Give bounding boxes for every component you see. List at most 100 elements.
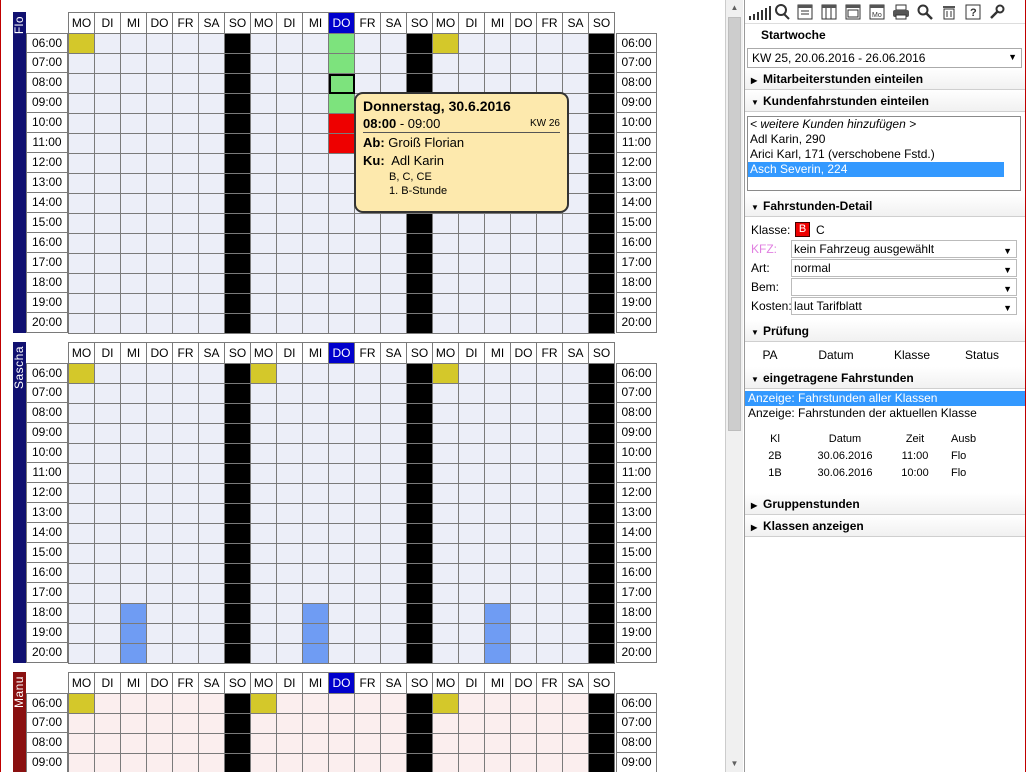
time-slot[interactable] <box>406 233 433 254</box>
time-slot[interactable] <box>68 133 95 154</box>
time-slot[interactable] <box>224 563 251 584</box>
time-slot[interactable] <box>172 503 199 524</box>
time-slot[interactable] <box>380 483 407 504</box>
time-slot[interactable] <box>94 403 121 424</box>
time-slot[interactable] <box>68 503 95 524</box>
time-slot[interactable] <box>562 443 589 464</box>
day-header[interactable]: SA <box>198 12 225 34</box>
day-header[interactable]: SA <box>380 12 407 34</box>
time-slot[interactable] <box>172 733 199 754</box>
time-slot[interactable] <box>458 313 485 334</box>
time-slot[interactable] <box>562 643 589 664</box>
lesson-slot[interactable] <box>120 643 147 664</box>
time-slot[interactable] <box>68 93 95 114</box>
time-slot[interactable] <box>328 443 355 464</box>
anzeige-current-option[interactable]: Anzeige: Fahrstunden der aktuellen Klass… <box>745 406 1025 421</box>
time-slot[interactable] <box>588 213 615 234</box>
time-slot[interactable] <box>146 603 173 624</box>
time-slot[interactable] <box>406 543 433 564</box>
time-slot[interactable] <box>120 523 147 544</box>
time-slot[interactable] <box>146 293 173 314</box>
time-slot[interactable] <box>380 443 407 464</box>
time-slot[interactable] <box>68 383 95 404</box>
time-slot[interactable] <box>68 313 95 334</box>
time-slot[interactable] <box>198 423 225 444</box>
time-slot[interactable] <box>510 273 537 294</box>
time-slot[interactable] <box>562 503 589 524</box>
lesson-slot[interactable] <box>302 623 329 644</box>
time-slot[interactable] <box>198 233 225 254</box>
time-slot[interactable] <box>172 193 199 214</box>
time-slot[interactable] <box>380 403 407 424</box>
time-slot[interactable] <box>328 623 355 644</box>
day-header[interactable]: SA <box>198 672 225 694</box>
time-slot[interactable] <box>276 73 303 94</box>
time-slot[interactable] <box>354 33 381 54</box>
time-slot[interactable] <box>562 293 589 314</box>
time-slot[interactable] <box>198 603 225 624</box>
time-slot[interactable] <box>588 133 615 154</box>
time-slot[interactable] <box>68 603 95 624</box>
time-slot[interactable] <box>432 603 459 624</box>
time-slot[interactable] <box>250 73 277 94</box>
time-slot[interactable] <box>302 693 329 714</box>
time-slot[interactable] <box>224 423 251 444</box>
time-slot[interactable] <box>302 33 329 54</box>
art-select[interactable]: normal ▼ <box>791 258 1017 277</box>
time-slot[interactable] <box>94 423 121 444</box>
time-slot[interactable] <box>406 313 433 334</box>
time-slot[interactable] <box>484 33 511 54</box>
time-slot[interactable] <box>406 563 433 584</box>
time-slot[interactable] <box>328 733 355 754</box>
employee-name-bar[interactable]: Sascha <box>12 342 26 663</box>
time-slot[interactable] <box>276 713 303 734</box>
time-slot[interactable] <box>588 603 615 624</box>
time-slot[interactable] <box>302 53 329 74</box>
time-slot[interactable] <box>224 73 251 94</box>
time-slot[interactable] <box>536 503 563 524</box>
time-slot[interactable] <box>94 733 121 754</box>
time-slot[interactable] <box>562 563 589 584</box>
time-slot[interactable] <box>380 33 407 54</box>
time-slot[interactable] <box>198 643 225 664</box>
day-header[interactable]: SO <box>406 342 433 364</box>
time-slot[interactable] <box>94 233 121 254</box>
time-slot[interactable] <box>354 483 381 504</box>
time-slot[interactable] <box>68 403 95 424</box>
time-slot[interactable] <box>562 313 589 334</box>
time-slot[interactable] <box>94 213 121 234</box>
time-slot[interactable] <box>250 543 277 564</box>
time-slot[interactable] <box>484 753 511 772</box>
day-header[interactable]: DI <box>458 12 485 34</box>
time-slot[interactable] <box>380 73 407 94</box>
time-slot[interactable] <box>406 403 433 424</box>
time-slot[interactable] <box>458 253 485 274</box>
time-slot[interactable] <box>354 583 381 604</box>
day-header[interactable]: DI <box>276 12 303 34</box>
time-slot[interactable] <box>406 733 433 754</box>
time-slot[interactable] <box>458 363 485 384</box>
time-slot[interactable] <box>588 753 615 772</box>
day-header[interactable]: SO <box>588 12 615 34</box>
time-slot[interactable] <box>198 193 225 214</box>
time-slot[interactable] <box>120 193 147 214</box>
time-slot[interactable] <box>250 463 277 484</box>
time-slot[interactable] <box>120 173 147 194</box>
time-slot[interactable] <box>328 563 355 584</box>
time-slot[interactable] <box>146 693 173 714</box>
day-header[interactable]: DI <box>94 342 121 364</box>
time-slot[interactable] <box>302 423 329 444</box>
time-slot[interactable] <box>484 363 511 384</box>
lesson-slot[interactable] <box>328 73 355 94</box>
time-slot[interactable] <box>484 313 511 334</box>
day-header[interactable]: DI <box>458 672 485 694</box>
time-slot[interactable] <box>198 293 225 314</box>
time-slot[interactable] <box>328 713 355 734</box>
time-slot[interactable] <box>120 153 147 174</box>
time-slot[interactable] <box>94 153 121 174</box>
time-slot[interactable] <box>250 403 277 424</box>
time-slot[interactable] <box>198 383 225 404</box>
time-slot[interactable] <box>380 583 407 604</box>
time-slot[interactable] <box>120 293 147 314</box>
time-slot[interactable] <box>562 523 589 544</box>
